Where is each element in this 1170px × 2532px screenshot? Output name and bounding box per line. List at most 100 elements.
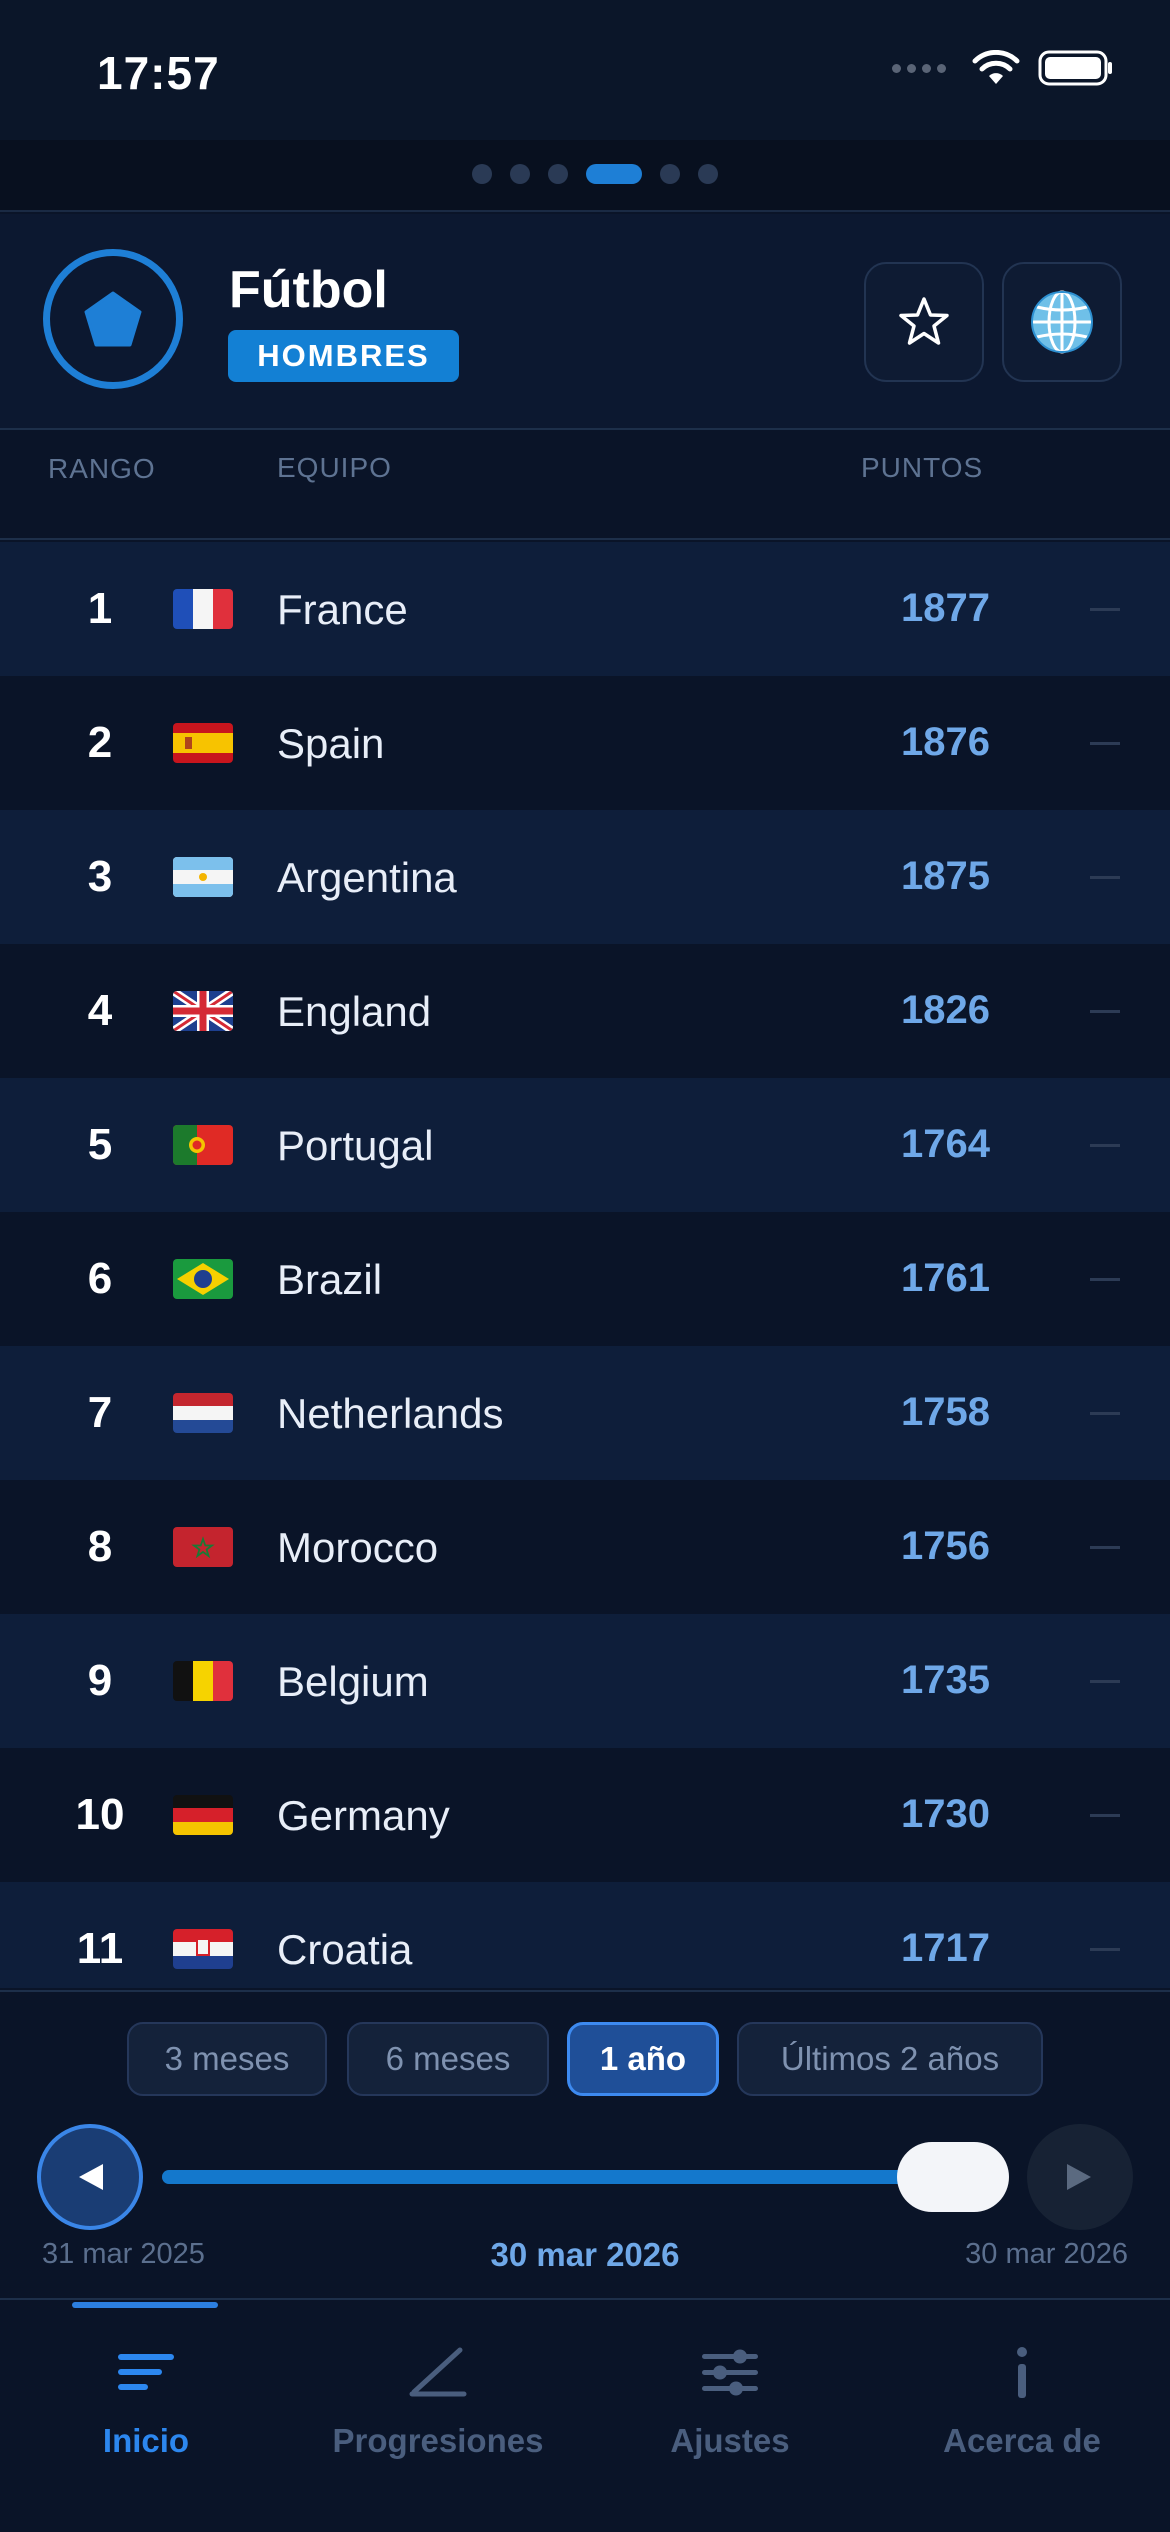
- tab-ajustes[interactable]: Ajustes: [584, 2340, 876, 2460]
- row-rank: 2: [87, 718, 113, 767]
- tab-acerca-de[interactable]: Acerca de: [876, 2340, 1168, 2460]
- row-points: 1717: [901, 1926, 990, 1970]
- row-team: England: [277, 988, 432, 1035]
- timeline-slider[interactable]: [162, 2170, 982, 2184]
- row-rank: 3: [87, 852, 113, 901]
- row-rank: 10: [75, 1790, 125, 1839]
- trend-neutral-icon: [1090, 1546, 1120, 1549]
- timeline-controls: 3 meses 6 meses 1 año Últimos 2 años 31 …: [0, 1990, 1170, 2300]
- row-team: France: [277, 586, 408, 633]
- battery-icon: [1038, 50, 1112, 86]
- table-row[interactable]: 10 Germany 1730: [0, 1748, 1170, 1882]
- timeline-slider-thumb[interactable]: [897, 2142, 1009, 2212]
- row-team: Spain: [277, 720, 385, 767]
- table-row[interactable]: 3 Argentina 1875: [0, 810, 1170, 944]
- cellular-signal-icon: [892, 63, 946, 73]
- table-row[interactable]: 6 Brazil 1761: [0, 1212, 1170, 1346]
- trend-neutral-icon: [1090, 1278, 1120, 1281]
- tab-label: Inicio: [102, 2422, 190, 2459]
- row-rank: 5: [87, 1120, 113, 1169]
- page-title: Fútbol: [229, 261, 388, 319]
- row-rank: 4: [87, 986, 113, 1035]
- trend-neutral-icon: [1090, 876, 1120, 879]
- table-row[interactable]: 2 Spain 1876: [0, 676, 1170, 810]
- page-dot[interactable]: [510, 164, 530, 184]
- page-indicator[interactable]: [0, 164, 1170, 184]
- row-team: Brazil: [277, 1256, 383, 1303]
- table-row[interactable]: 7 Netherlands 1758: [0, 1346, 1170, 1480]
- active-tab-indicator: [72, 2302, 218, 2308]
- row-team: Germany: [277, 1792, 450, 1839]
- table-row[interactable]: 9 Belgium 1735: [0, 1614, 1170, 1748]
- row-team: Croatia: [277, 1926, 413, 1973]
- row-team: Argentina: [277, 854, 457, 901]
- spain-flag-icon: [173, 723, 233, 763]
- page-indicator-strip: [0, 140, 1170, 212]
- favorite-button[interactable]: [864, 262, 984, 382]
- tab-label: Progresiones: [332, 2422, 544, 2459]
- table-row[interactable]: 11 Croatia 1717: [0, 1882, 1170, 1988]
- row-points: 1756: [901, 1524, 990, 1568]
- row-points: 1758: [901, 1390, 990, 1434]
- row-points: 1876: [901, 720, 990, 764]
- ranking-list[interactable]: 1 France 1877 2 Spain 1876 3 Argentina 1…: [0, 542, 1170, 1988]
- page-dot[interactable]: [548, 164, 568, 184]
- belgium-flag-icon: [173, 1661, 233, 1701]
- triangle-left-icon: [79, 2164, 103, 2190]
- table-row[interactable]: 1 France 1877: [0, 542, 1170, 676]
- column-header-points[interactable]: PUNTOS: [861, 452, 983, 484]
- page-dot-active[interactable]: [586, 164, 642, 184]
- trend-neutral-icon: [1090, 1680, 1120, 1683]
- row-points: 1735: [901, 1658, 990, 1702]
- row-team: Belgium: [277, 1658, 429, 1705]
- table-row[interactable]: 5 Portugal 1764: [0, 1078, 1170, 1212]
- trend-neutral-icon: [1090, 608, 1120, 611]
- info-icon: [1017, 2347, 1027, 2398]
- france-flag-icon: [173, 589, 233, 629]
- chart-line-icon: [409, 2347, 467, 2397]
- column-header-team[interactable]: EQUIPO: [277, 452, 392, 484]
- row-rank: 7: [87, 1388, 113, 1437]
- tab-inicio[interactable]: Inicio: [0, 2340, 292, 2460]
- star-icon: [899, 297, 949, 345]
- trend-neutral-icon: [1090, 1010, 1120, 1013]
- wifi-icon: [972, 50, 1020, 84]
- gender-badge[interactable]: HOMBRES: [228, 330, 459, 382]
- table-row[interactable]: 8 Morocco 1756: [0, 1480, 1170, 1614]
- region-button[interactable]: [1002, 262, 1122, 382]
- row-rank: 8: [87, 1522, 113, 1571]
- range-chip-3-months[interactable]: 3 meses: [127, 2022, 327, 2096]
- row-points: 1877: [901, 586, 990, 630]
- globe-icon: [1031, 290, 1093, 354]
- row-rank: 6: [87, 1254, 113, 1303]
- trend-neutral-icon: [1090, 1814, 1120, 1817]
- tab-label: Acerca de: [943, 2422, 1101, 2459]
- range-chip-2-years[interactable]: Últimos 2 años: [737, 2022, 1043, 2096]
- trend-neutral-icon: [1090, 1144, 1120, 1147]
- row-points: 1730: [901, 1792, 990, 1836]
- status-bar: 17:57: [0, 0, 1170, 140]
- tab-progresiones[interactable]: Progresiones: [292, 2340, 584, 2460]
- previous-button[interactable]: [37, 2124, 143, 2230]
- column-header-rank[interactable]: RANGO: [48, 452, 158, 486]
- range-chip-6-months[interactable]: 6 meses: [347, 2022, 549, 2096]
- page-dot[interactable]: [472, 164, 492, 184]
- tab-bar: Inicio Progresiones Ajustes Acerca de: [0, 2302, 1170, 2532]
- trend-neutral-icon: [1090, 1412, 1120, 1415]
- row-rank: 1: [87, 584, 113, 633]
- status-icons: [892, 50, 1114, 86]
- next-button[interactable]: [1027, 2124, 1133, 2230]
- tab-label: Ajustes: [670, 2422, 790, 2459]
- page-dot[interactable]: [660, 164, 680, 184]
- row-points: 1875: [901, 854, 990, 898]
- argentina-flag-icon: [173, 857, 233, 897]
- range-chip-1-year[interactable]: 1 año: [567, 2022, 719, 2096]
- row-points: 1761: [901, 1256, 990, 1300]
- timeline-end-date: 30 mar 2026: [965, 2238, 1128, 2270]
- page-dot[interactable]: [698, 164, 718, 184]
- table-row[interactable]: 4 England 1826: [0, 944, 1170, 1078]
- sport-header: Fútbol HOMBRES: [0, 214, 1170, 430]
- triangle-right-icon: [1067, 2164, 1091, 2190]
- germany-flag-icon: [173, 1795, 233, 1835]
- row-team: Morocco: [277, 1524, 439, 1571]
